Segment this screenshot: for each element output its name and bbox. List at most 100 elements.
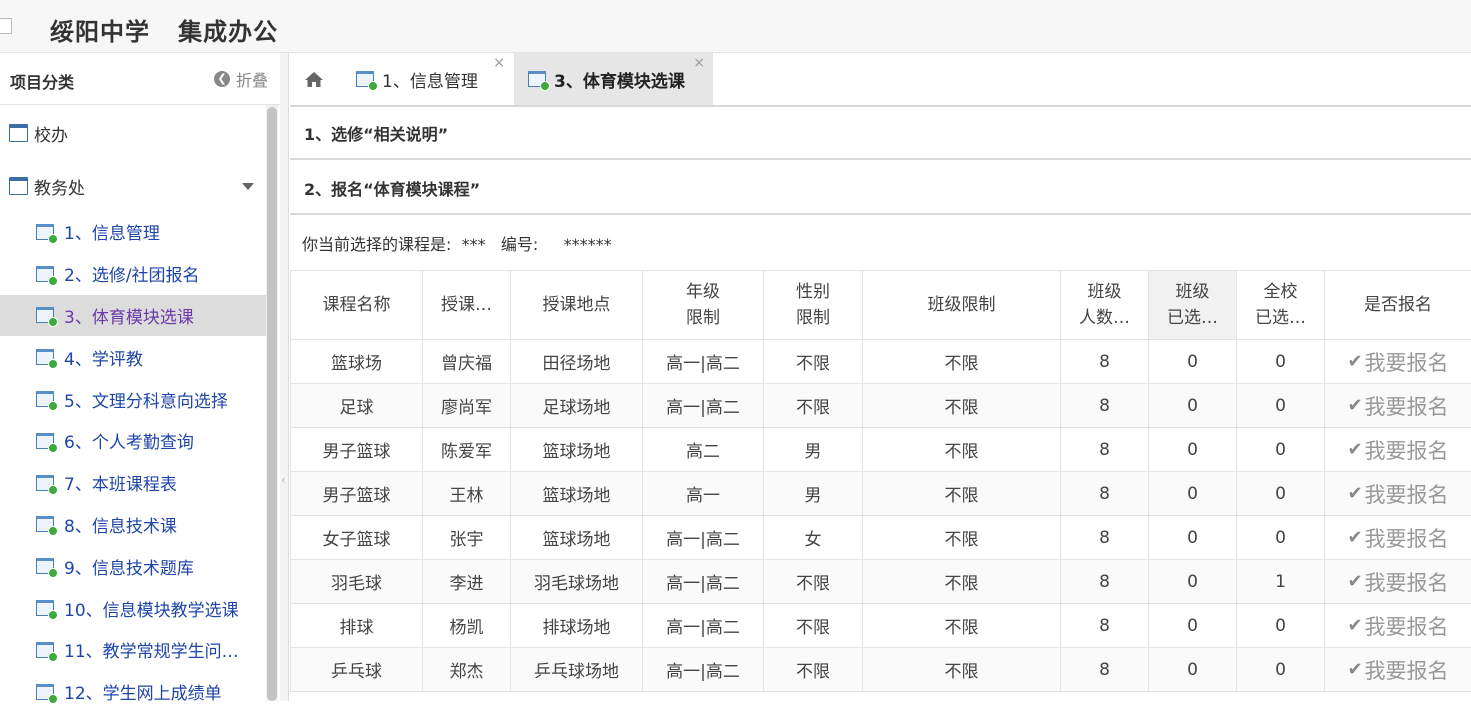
sidebar-item[interactable]: 12、学生网上成绩单: [0, 671, 266, 713]
signup-button[interactable]: ✔我要报名: [1347, 523, 1448, 553]
column-header-label: 是否报名: [1325, 292, 1471, 318]
table-cell: 高一|高二: [643, 384, 764, 428]
column-header[interactable]: 是否报名: [1325, 271, 1471, 340]
close-icon[interactable]: ×: [493, 55, 505, 71]
column-header[interactable]: 授课地点: [511, 271, 643, 340]
table-cell: 篮球场: [291, 340, 423, 384]
signup-button[interactable]: ✔我要报名: [1347, 655, 1448, 685]
sidebar-item[interactable]: 4、学评教: [0, 336, 266, 378]
table-cell: 郑杰: [423, 648, 511, 692]
column-header-label: 已选…: [1237, 305, 1324, 331]
page-icon: [36, 349, 54, 365]
window-icon: [9, 124, 28, 142]
table-cell: 1: [1237, 560, 1325, 604]
table-cell: 不限: [764, 384, 863, 428]
sidebar-item[interactable]: 1、信息管理: [0, 211, 266, 253]
table-cell: 不限: [764, 648, 863, 692]
section-elective-notes[interactable]: 1、选修“相关说明”: [290, 107, 1471, 160]
sidebar-item[interactable]: 11、教学常规学生问…: [0, 629, 266, 671]
signup-button[interactable]: ✔我要报名: [1347, 567, 1448, 597]
sidebar-item[interactable]: 5、文理分科意向选择: [0, 378, 266, 420]
table-cell: 不限: [863, 472, 1061, 516]
sidebar: 项目分类 ❮ 折叠 校办 教务处 1、信息管理 2、选修/社团报名3、体育模块选课…: [0, 53, 281, 701]
column-header[interactable]: 性别限制: [764, 271, 863, 340]
column-header[interactable]: 班级限制: [863, 271, 1061, 340]
table-cell: 8: [1061, 560, 1149, 604]
table-header-row: 课程名称授课…授课地点年级限制性别限制班级限制班级人数…班级已选…全校已选…是否…: [291, 271, 1471, 340]
caret-down-icon[interactable]: [242, 183, 254, 190]
scrollbar-thumb[interactable]: [267, 107, 277, 701]
sidebar-menu: 1、信息管理 2、选修/社团报名3、体育模块选课4、学评教5、文理分科意向选择 6、…: [0, 211, 266, 713]
table-cell: 高二: [643, 428, 764, 472]
page-icon: [36, 224, 54, 240]
page-icon: [36, 642, 54, 658]
sidebar-item[interactable]: 3、体育模块选课: [0, 295, 266, 337]
table-cell: 排球场地: [511, 604, 643, 648]
header-checkbox[interactable]: [0, 18, 12, 34]
check-icon: ✔: [1347, 571, 1362, 592]
page-icon: [36, 475, 54, 491]
sidebar-item[interactable]: 6、个人考勤查询: [0, 420, 266, 462]
section-pe-signup[interactable]: 2、报名“体育模块课程”: [290, 162, 1471, 215]
signup-label: 我要报名: [1365, 347, 1449, 377]
close-icon[interactable]: ×: [693, 55, 705, 71]
sidebar-item[interactable]: 8、信息技术课: [0, 504, 266, 546]
sidebar-item[interactable]: 2、选修/社团报名: [0, 253, 266, 295]
sidebar-item[interactable]: 9、信息技术题库: [0, 545, 266, 587]
check-icon: ✔: [1347, 659, 1362, 680]
signup-cell: ✔我要报名: [1325, 604, 1471, 648]
table-cell: 高一|高二: [643, 340, 764, 384]
tab-label: 1、信息管理: [382, 67, 478, 92]
column-header-label: 已选…: [1149, 305, 1236, 331]
panel-splitter[interactable]: ‹: [280, 53, 289, 701]
table-cell: 不限: [863, 516, 1061, 560]
column-header[interactable]: 班级已选…: [1149, 271, 1237, 340]
sidebar-scrollbar[interactable]: [266, 105, 278, 701]
table-cell: 羽毛球: [291, 560, 423, 604]
tab-info-management[interactable]: 1、信息管理 ×: [337, 53, 513, 105]
table-cell: 高一|高二: [643, 560, 764, 604]
table-cell: 8: [1061, 472, 1149, 516]
tab-bar: 1、信息管理 × 3、体育模块选课 ×: [290, 53, 1471, 107]
table-cell: 0: [1237, 428, 1325, 472]
tab-pe-module-selection[interactable]: 3、体育模块选课 ×: [514, 53, 713, 105]
table-cell: 男: [764, 428, 863, 472]
home-tab[interactable]: [290, 53, 337, 105]
signup-label: 我要报名: [1365, 655, 1449, 685]
column-header[interactable]: 年级限制: [643, 271, 764, 340]
table-cell: 不限: [863, 560, 1061, 604]
sidebar-category-school-office[interactable]: 校办: [0, 113, 266, 153]
signup-button[interactable]: ✔我要报名: [1347, 347, 1448, 377]
sidebar-category-academic-affairs[interactable]: 教务处: [0, 166, 266, 206]
main-content: 1、选修“相关说明” 2、报名“体育模块课程” 你当前选择的课程是: *** 编…: [290, 107, 1471, 701]
signup-button[interactable]: ✔我要报名: [1347, 435, 1448, 465]
signup-button[interactable]: ✔我要报名: [1347, 611, 1448, 641]
sidebar-item-label: 1、信息管理: [64, 219, 160, 244]
app-header: 绥阳中学 集成办公: [0, 0, 1471, 53]
collapse-button[interactable]: ❮ 折叠: [214, 67, 268, 91]
column-header[interactable]: 课程名称: [291, 271, 423, 340]
sidebar-title: 项目分类: [10, 69, 74, 93]
chevron-left-icon: ❮: [214, 71, 230, 87]
sidebar-item-label: 6、个人考勤查询: [64, 428, 194, 453]
column-header[interactable]: 班级人数…: [1061, 271, 1149, 340]
signup-button[interactable]: ✔我要报名: [1347, 391, 1448, 421]
table-cell: 女子篮球: [291, 516, 423, 560]
signup-button[interactable]: ✔我要报名: [1347, 479, 1448, 509]
column-header-label: 年级: [643, 279, 763, 305]
column-header[interactable]: 授课…: [423, 271, 511, 340]
column-header-label: 班级限制: [863, 292, 1060, 318]
table-cell: 篮球场地: [511, 428, 643, 472]
current-choice-text: 你当前选择的课程是: *** 编号: ******: [302, 231, 612, 255]
table-cell: 8: [1061, 384, 1149, 428]
sidebar-item-label: 11、教学常规学生问…: [64, 637, 239, 662]
sidebar-item[interactable]: 10、信息模块教学选课: [0, 587, 266, 629]
sidebar-item-label: 7、本班课程表: [64, 470, 177, 495]
chevron-left-icon[interactable]: ‹: [281, 473, 286, 487]
column-header[interactable]: 全校已选…: [1237, 271, 1325, 340]
sidebar-item[interactable]: 7、本班课程表: [0, 462, 266, 504]
signup-label: 我要报名: [1365, 523, 1449, 553]
sidebar-item-label: 9、信息技术题库: [64, 554, 194, 579]
column-header-label: 性别: [764, 279, 862, 305]
table-cell: 廖尚军: [423, 384, 511, 428]
